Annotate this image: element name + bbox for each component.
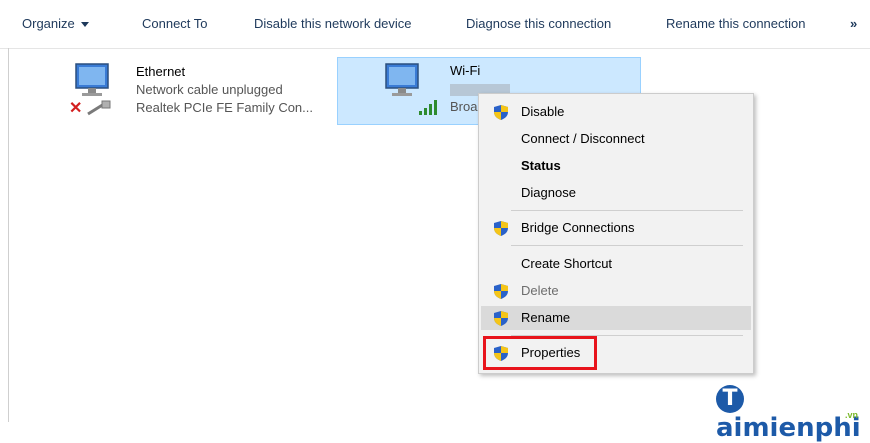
watermark-letter: T xyxy=(716,384,744,413)
menu-item-label: Status xyxy=(521,158,561,173)
menu-item-label: Diagnose xyxy=(521,185,576,200)
menu-item-label: Create Shortcut xyxy=(521,256,613,271)
uac-shield-icon xyxy=(494,284,508,299)
ethernet-cable-icon xyxy=(87,100,111,116)
properties-highlight-box xyxy=(483,336,597,370)
diagnose-connection-button[interactable]: Diagnose this connection xyxy=(466,0,611,48)
adapter-name: Wi-Fi xyxy=(450,63,481,78)
watermark-text: aimienphi xyxy=(716,413,861,443)
uac-shield-icon xyxy=(494,221,508,236)
signal-strength-icon xyxy=(419,100,437,115)
pane-divider xyxy=(8,48,9,422)
menu-item-label: Connect / Disconnect xyxy=(521,131,645,146)
menu-item-create-shortcut[interactable]: Create Shortcut xyxy=(481,252,751,276)
menu-item-disable[interactable]: Disable xyxy=(481,100,751,124)
command-bar: Organize Connect To Disable this network… xyxy=(0,0,870,49)
menu-item-status[interactable]: Status xyxy=(481,154,751,178)
disconnected-x-icon: ✕ xyxy=(69,100,83,117)
uac-shield-icon xyxy=(494,311,508,326)
organize-button[interactable]: Organize xyxy=(22,0,89,48)
network-adapter-disconnected-icon xyxy=(75,63,109,96)
menu-item-bridge-connections[interactable]: Bridge Connections xyxy=(481,216,751,240)
watermark-suffix: .vn xyxy=(845,410,859,420)
chevron-down-icon xyxy=(80,22,89,28)
menu-item-label: Delete xyxy=(521,283,559,298)
adapter-device: Realtek PCIe FE Family Con... xyxy=(136,100,313,115)
connect-to-button[interactable]: Connect To xyxy=(142,0,208,48)
disable-device-button[interactable]: Disable this network device xyxy=(254,0,412,48)
menu-item-label: Disable xyxy=(521,104,565,119)
adapter-device: Broa xyxy=(450,99,478,114)
organize-label: Organize xyxy=(22,16,75,31)
menu-item-diagnose[interactable]: Diagnose xyxy=(481,181,751,205)
menu-item-label: Bridge Connections xyxy=(521,220,635,235)
menu-separator xyxy=(511,210,743,211)
menu-item-rename[interactable]: Rename xyxy=(481,306,751,330)
rename-connection-button[interactable]: Rename this connection xyxy=(666,0,805,48)
more-commands-button[interactable]: » xyxy=(850,0,857,48)
menu-separator xyxy=(511,245,743,246)
adapter-ethernet[interactable]: ✕ Ethernet Network cable unplugged Realt… xyxy=(66,58,336,122)
menu-item-connect-disconnect[interactable]: Connect / Disconnect xyxy=(481,127,751,151)
uac-shield-icon xyxy=(494,105,508,120)
adapter-status: Network cable unplugged xyxy=(136,82,283,97)
menu-item-delete[interactable]: Delete xyxy=(481,279,751,303)
menu-item-label: Rename xyxy=(521,310,571,325)
wifi-adapter-icon xyxy=(385,63,419,96)
context-menu: Disable Connect / Disconnect Status Diag… xyxy=(478,93,754,374)
adapter-name: Ethernet xyxy=(136,64,186,79)
